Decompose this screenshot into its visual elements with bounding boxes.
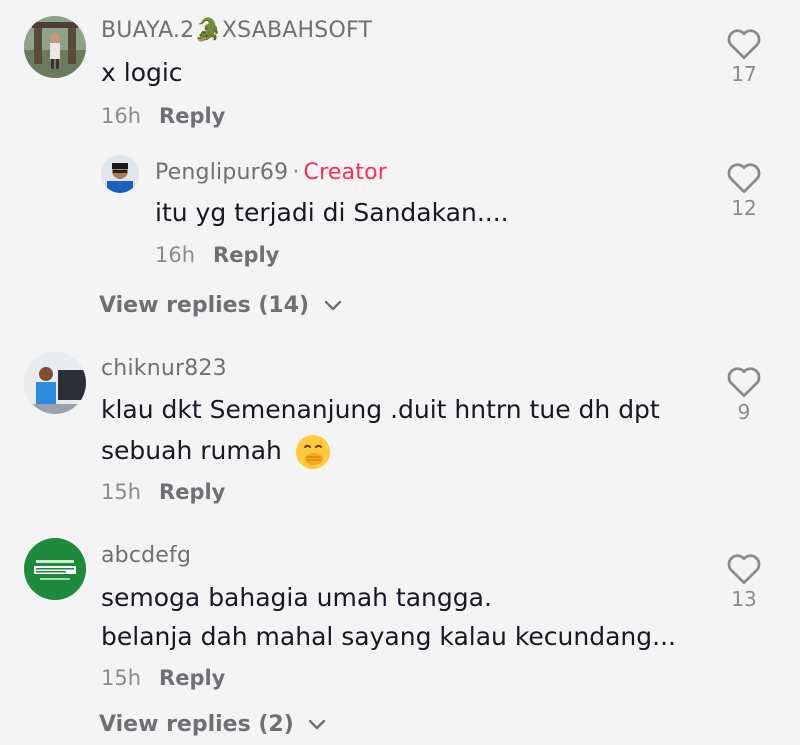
comment-time: 16h — [101, 104, 142, 128]
view-replies-label: View replies (2) — [99, 712, 294, 737]
separator-dot: · — [292, 160, 300, 185]
creator-badge: Creator — [303, 160, 387, 185]
reply-button[interactable]: Reply — [213, 243, 279, 267]
view-replies-button[interactable]: View replies (14) — [99, 293, 345, 318]
like-count: 12 — [731, 196, 757, 220]
reply-button[interactable]: Reply — [159, 666, 225, 690]
like-count: 13 — [731, 587, 757, 611]
comment-text-line2: belanja dah mahal sayang kalau kecundang… — [101, 622, 676, 651]
chevron-down-icon — [309, 719, 326, 730]
comment-meta: 16h Reply — [101, 104, 225, 128]
like-button[interactable]: 17 — [714, 26, 774, 86]
reply-username-text[interactable]: Penglipur69 — [155, 160, 288, 185]
comment-text-line2: sebuah rumah — [101, 430, 330, 472]
reply-button[interactable]: Reply — [159, 104, 225, 128]
reply-button[interactable]: Reply — [159, 480, 225, 504]
comment-text-line2-text: sebuah rumah — [101, 436, 282, 465]
comment-time: 15h — [101, 480, 142, 504]
reply-time: 16h — [155, 243, 196, 267]
comment-time: 15h — [101, 666, 142, 690]
like-button[interactable]: 13 — [714, 551, 774, 611]
view-replies-button[interactable]: View replies (2) — [99, 712, 329, 737]
heart-outline-icon — [727, 554, 761, 585]
like-count: 17 — [731, 62, 757, 86]
comment-meta: 15h Reply — [101, 480, 225, 504]
avatar[interactable] — [101, 155, 139, 193]
comment-username[interactable]: abcdefg — [101, 543, 191, 568]
reply-username: Penglipur69 · Creator — [155, 160, 387, 185]
comment-username[interactable]: chiknur823 — [101, 356, 227, 381]
heart-outline-icon — [727, 29, 761, 60]
chevron-down-icon — [324, 300, 341, 311]
avatar[interactable] — [24, 16, 86, 78]
reply-meta: 16h Reply — [155, 243, 279, 267]
heart-outline-icon — [727, 163, 761, 194]
comment-text-line1: klau dkt Semenanjung .duit hntrn tue dh … — [101, 395, 660, 424]
view-replies-label: View replies (14) — [99, 293, 310, 318]
like-count: 9 — [737, 400, 751, 424]
comment-text-line1: semoga bahagia umah tangga. — [101, 583, 492, 612]
like-button[interactable]: 12 — [714, 160, 774, 220]
heart-outline-icon — [727, 367, 761, 398]
reply-text: itu yg terjadi di Sandakan.... — [155, 198, 509, 227]
comment-text: x logic — [101, 58, 183, 87]
face-hand-over-mouth-emoji — [295, 435, 330, 469]
comment-meta: 15h Reply — [101, 666, 225, 690]
avatar[interactable] — [24, 538, 86, 600]
avatar[interactable] — [24, 352, 86, 414]
comment-username[interactable]: BUAYA.2🐊XSABAHSOFT — [101, 18, 372, 43]
like-button[interactable]: 9 — [714, 364, 774, 424]
